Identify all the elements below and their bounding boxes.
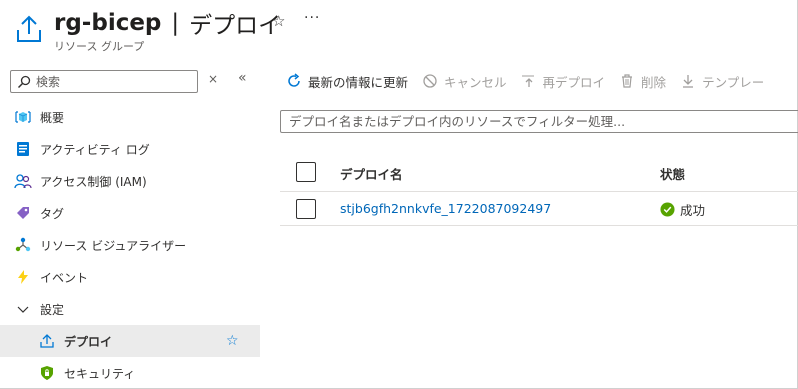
collapse-sidebar-icon[interactable]: « [238,70,247,86]
refresh-button[interactable]: 最新の情報に更新 [286,72,408,91]
refresh-icon [286,73,302,89]
sidebar-group-settings[interactable]: 設定 [0,293,260,325]
chevron-down-icon [14,300,32,318]
delete-label: 削除 [641,74,667,90]
resource-group-cube-icon [14,108,32,126]
deployment-status: 成功 [660,200,705,219]
sidebar-item-label: セキュリティ [64,366,136,381]
resource-name: rg-bicep [54,10,162,36]
sidebar-item-label: リソース ビジュアライザー [40,238,187,253]
visualizer-icon [14,236,32,254]
sidebar-item-label: デプロイ [64,334,113,349]
sidebar-item-label: タグ [40,206,65,221]
upload-icon [38,332,56,350]
column-header-status[interactable]: 状態 [660,164,685,183]
status-text: 成功 [680,203,706,218]
sidebar-item-deployments[interactable]: デプロイ ☆ [0,325,260,357]
sidebar-item-label: 概要 [40,110,65,125]
column-header-name[interactable]: デプロイ名 [340,164,403,183]
template-label: テンプレー [702,74,765,90]
main-content: 最新の情報に更新 キャンセル 再デプロイ 削除 テンプレー デプロイ名またはデプ… [262,62,798,389]
trash-icon [619,73,635,89]
redeploy-label: 再デプロイ [542,74,606,90]
collapse-all-icon[interactable]: × [208,72,218,86]
sidebar-item-iam[interactable]: アクセス制御 (IAM) [0,165,260,197]
success-check-icon [660,202,675,217]
page-name: デプロイ [189,13,282,39]
deployments-table: デプロイ名 状態 stjb6gfh2nnkvfe_1722087092497 成… [280,152,798,226]
sidebar-search-input[interactable] [36,74,186,89]
sidebar-item-label: アクティビティ ログ [40,142,150,157]
sidebar-item-tags[interactable]: タグ [0,197,260,229]
delete-button[interactable]: 削除 [619,72,666,91]
sidebar-item-overview[interactable]: 概要 [0,101,260,133]
download-icon [680,73,696,89]
sidebar-item-label: アクセス制御 (IAM) [40,174,147,189]
people-icon [14,172,32,190]
favorite-star-icon[interactable]: ☆ [226,333,239,349]
page-header: rg-bicep | デプロイ リソース グループ ☆ ··· [0,0,798,62]
row-checkbox[interactable] [296,199,316,219]
title-separator: | [171,10,180,36]
sidebar-item-security[interactable]: セキュリティ [0,357,260,389]
redeploy-icon [521,73,537,89]
page-title: rg-bicep | デプロイ [54,6,281,40]
sidebar: × « 概要 アクティビティ ログ [0,62,262,389]
cancel-button[interactable]: キャンセル [422,72,507,91]
redeploy-button[interactable]: 再デプロイ [521,72,606,91]
filter-input[interactable] [289,114,789,129]
tag-icon [14,204,32,222]
select-all-checkbox[interactable] [296,162,316,182]
sidebar-item-label: イベント [40,270,89,285]
cancel-label: キャンセル [444,74,507,90]
resource-type-subtitle: リソース グループ [54,40,145,53]
activity-log-icon [14,140,32,158]
cancel-circle-icon [422,73,438,89]
shield-icon [38,364,56,382]
sidebar-search[interactable] [10,70,198,93]
table-header: デプロイ名 状態 [280,152,798,192]
refresh-label: 最新の情報に更新 [308,74,409,90]
favorite-star-icon[interactable]: ☆ [272,12,285,30]
lightning-icon [14,268,32,286]
deployment-name-link[interactable]: stjb6gfh2nnkvfe_1722087092497 [340,201,551,216]
search-icon [17,75,31,88]
table-row: stjb6gfh2nnkvfe_1722087092497 成功 [280,192,798,226]
filter-box[interactable] [280,110,798,133]
command-bar: 最新の情報に更新 キャンセル 再デプロイ 削除 テンプレー [286,70,778,92]
sidebar-item-events[interactable]: イベント [0,261,260,293]
more-options-button[interactable]: ··· [304,10,320,26]
sidebar-item-resource-visualizer[interactable]: リソース ビジュアライザー [0,229,260,261]
sidebar-item-activity-log[interactable]: アクティビティ ログ [0,133,260,165]
template-button[interactable]: テンプレー [680,72,764,91]
sidebar-item-label: 設定 [40,302,65,317]
upload-icon [17,15,41,42]
